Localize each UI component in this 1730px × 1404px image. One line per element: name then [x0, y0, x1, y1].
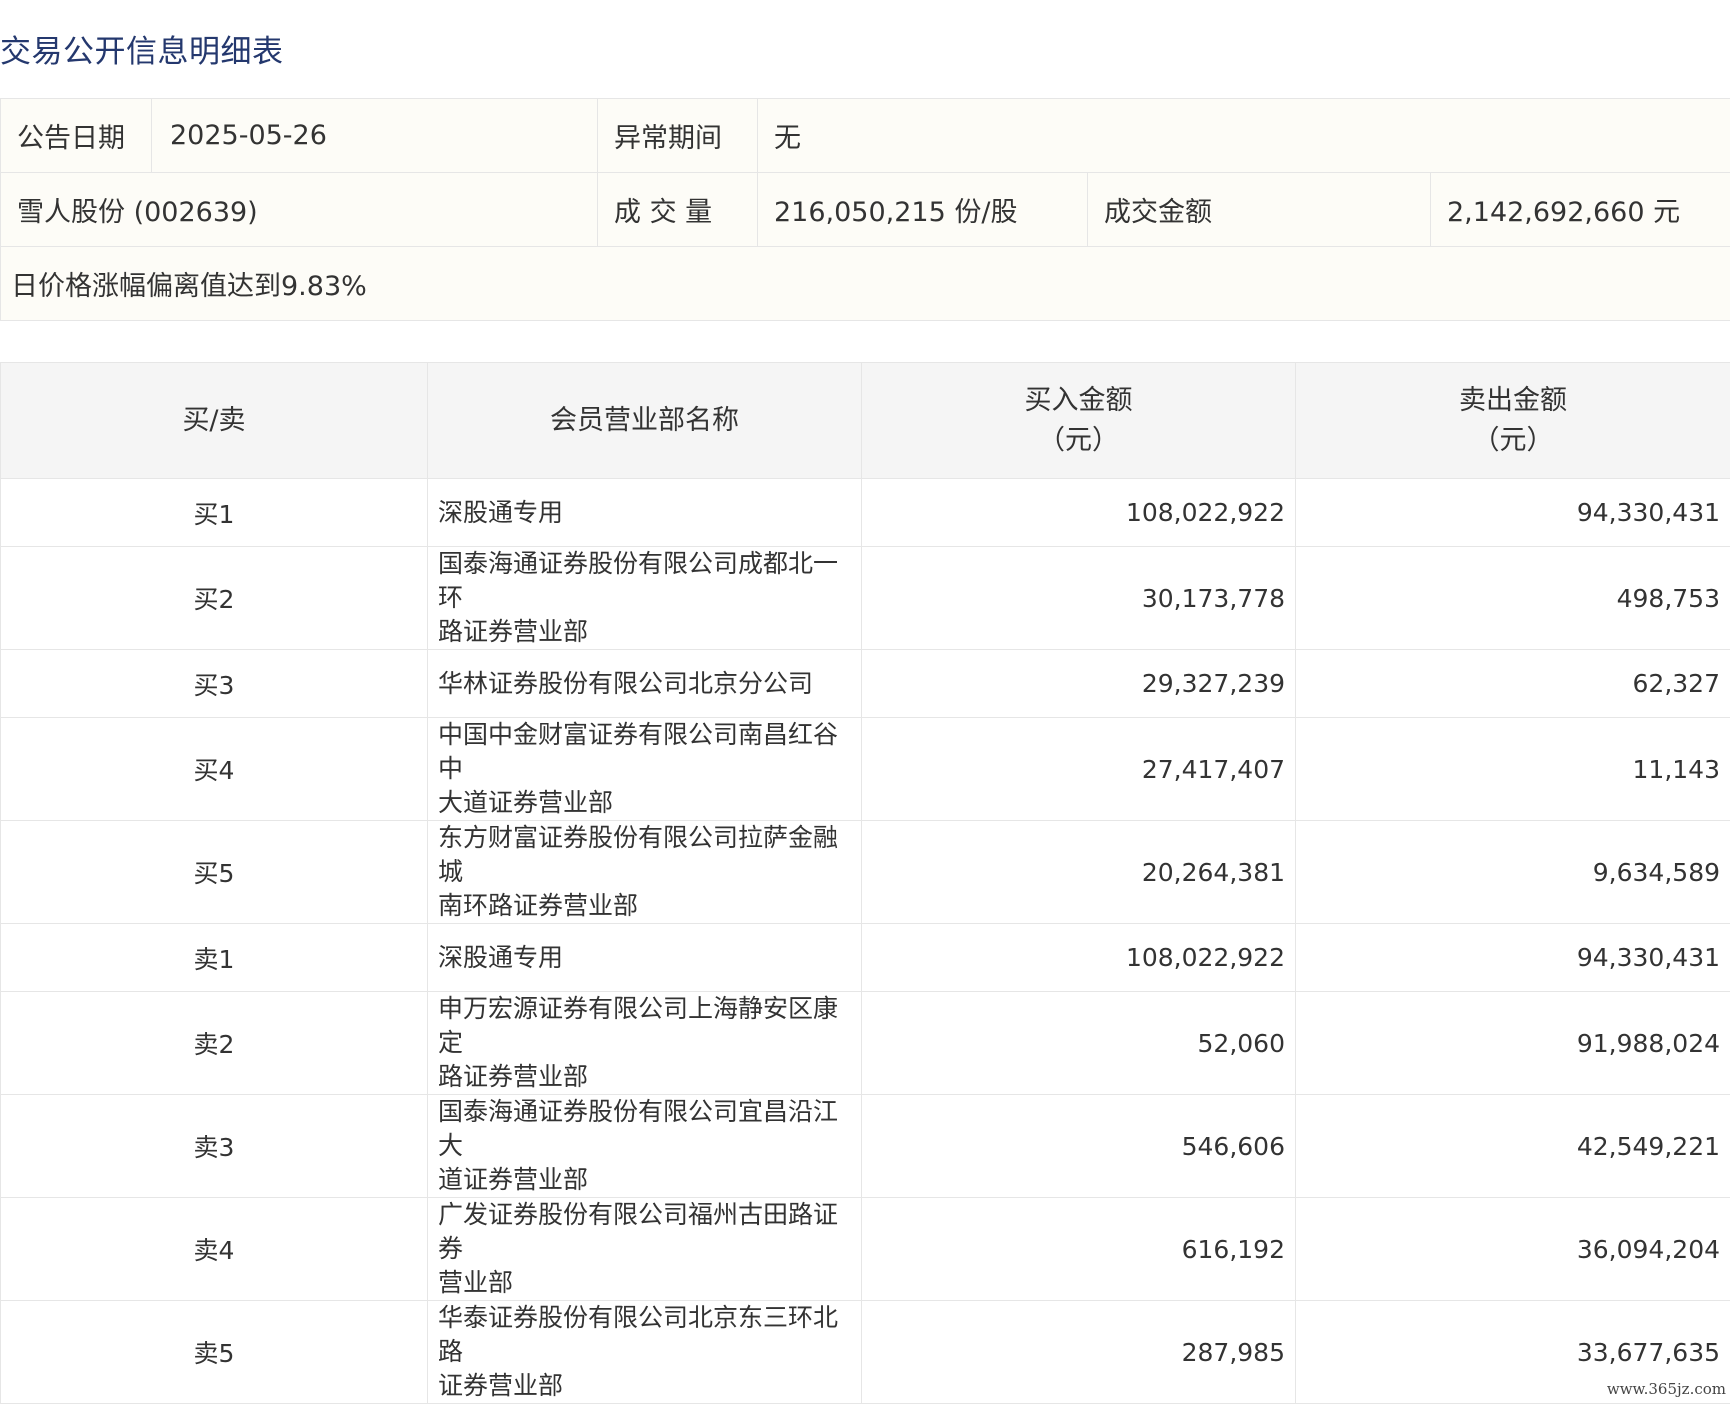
member-cell: 中国中金财富证券有限公司南昌红谷中大道证券营业部	[427, 717, 862, 821]
buy-cell: 108,022,922	[861, 478, 1296, 547]
member-cell: 申万宏源证券有限公司上海静安区康定路证券营业部	[427, 991, 862, 1095]
amount-label: 成交金额	[1087, 172, 1431, 247]
table-row: 买3 华林证券股份有限公司北京分公司 29,327,239 62,327	[0, 649, 1730, 718]
member-line-1: 华林证券股份有限公司北京分公司	[438, 668, 814, 698]
buy-cell: 27,417,407	[861, 717, 1296, 821]
member-cell: 国泰海通证券股份有限公司宜昌沿江大道证券营业部	[427, 1094, 862, 1198]
table-row: 买2 国泰海通证券股份有限公司成都北一环路证券营业部 30,173,778 49…	[0, 546, 1730, 650]
buy-cell: 616,192	[861, 1197, 1296, 1301]
sell-cell: 94,330,431	[1295, 478, 1730, 547]
buy-cell: 287,985	[861, 1300, 1296, 1404]
table-row: 买4 中国中金财富证券有限公司南昌红谷中大道证券营业部 27,417,407 1…	[0, 717, 1730, 821]
info-row-volume: 雪人股份 (002639) 成 交 量 216,050,215 份/股 成交金额…	[0, 172, 1730, 247]
watermark: www.365jz.com	[1604, 1380, 1728, 1398]
volume-value: 216,050,215 份/股	[757, 172, 1088, 247]
member-line-2: 道证券营业部	[438, 1165, 589, 1194]
header-member: 会员营业部名称	[427, 362, 862, 479]
member-line-1: 广发证券股份有限公司福州古田路证券	[438, 1200, 839, 1263]
member-line-1: 中国中金财富证券有限公司南昌红谷中	[438, 720, 839, 783]
table-row: 卖3 国泰海通证券股份有限公司宜昌沿江大道证券营业部 546,606 42,54…	[0, 1094, 1730, 1198]
member-cell: 东方财富证券股份有限公司拉萨金融城南环路证券营业部	[427, 820, 862, 924]
page-title: 交易公开信息明细表	[0, 34, 284, 70]
abnormal-period-label: 异常期间	[597, 98, 758, 173]
buy-cell: 52,060	[861, 991, 1296, 1095]
table-row: 买1 深股通专用 108,022,922 94,330,431	[0, 478, 1730, 547]
sell-cell: 94,330,431	[1295, 923, 1730, 992]
member-line-1: 华泰证券股份有限公司北京东三环北路	[438, 1303, 839, 1366]
header-buy-line2: （元）	[1038, 424, 1119, 456]
member-cell: 深股通专用	[427, 478, 862, 547]
member-line-1: 国泰海通证券股份有限公司成都北一环	[438, 549, 839, 612]
buy-cell: 108,022,922	[861, 923, 1296, 992]
table-row: 买5 东方财富证券股份有限公司拉萨金融城 南环路证券营业部 20,264,381 …	[0, 820, 1730, 924]
buy-cell: 29,327,239	[861, 649, 1296, 718]
member-line-1: 东方财富证券股份有限公司拉萨金融城	[438, 823, 839, 886]
buy-cell: 546,606	[861, 1094, 1296, 1198]
announce-date-value: 2025-05-26	[151, 98, 598, 173]
side-cell: 买5	[0, 820, 428, 924]
member-line-2: 路证券营业部	[438, 617, 589, 646]
announce-date-label: 公告日期	[0, 98, 152, 173]
buy-cell: 30,173,778	[861, 546, 1296, 650]
member-line-2: 南环路证券营业部	[438, 891, 639, 920]
info-row-reason: 日价格涨幅偏离值达到9.83%	[0, 246, 1730, 321]
table-row: 卖4 广发证券股份有限公司福州古田路证券营业部 616,192 36,094,2…	[0, 1197, 1730, 1301]
header-sell-line1: 卖出金额	[1459, 384, 1567, 416]
member-cell: 国泰海通证券股份有限公司成都北一环路证券营业部	[427, 546, 862, 650]
member-line-2: 路证券营业部	[438, 1062, 589, 1091]
table-row: 卖5 华泰证券股份有限公司北京东三环北路 证券营业部 287,985 33,677…	[0, 1300, 1730, 1404]
member-cell: 深股通专用	[427, 923, 862, 992]
member-cell: 广发证券股份有限公司福州古田路证券营业部	[427, 1197, 862, 1301]
member-cell: 华林证券股份有限公司北京分公司	[427, 649, 862, 718]
header-sell-line2: （元）	[1472, 424, 1554, 456]
abnormal-period-value: 无	[757, 98, 1730, 173]
info-table: 公告日期 2025-05-26 异常期间 无 雪人股份 (002639) 成 交…	[0, 98, 1730, 321]
member-line-1: 深股通专用	[438, 942, 564, 972]
table-row: 卖1 深股通专用 108,022,922 94,330,431	[0, 923, 1730, 992]
header-buy-line1: 买入金额	[1024, 384, 1133, 416]
side-cell: 卖1	[0, 923, 428, 992]
info-row-date: 公告日期 2025-05-26 异常期间 无	[0, 98, 1730, 173]
stock-name: 雪人股份 (002639)	[0, 172, 598, 247]
sell-cell: 498,753	[1295, 546, 1730, 650]
buy-cell: 20,264,381	[861, 820, 1296, 924]
side-cell: 卖2	[0, 991, 428, 1095]
side-cell: 买1	[0, 478, 428, 547]
member-line-2: 营业部	[438, 1268, 514, 1297]
member-line-1: 国泰海通证券股份有限公司宜昌沿江大	[438, 1097, 839, 1160]
member-line-1: 深股通专用	[438, 497, 564, 527]
reason-text: 日价格涨幅偏离值达到9.83%	[0, 246, 1730, 321]
sell-cell: 42,549,221	[1295, 1094, 1730, 1198]
sell-cell: 91,988,024	[1295, 991, 1730, 1095]
header-sell-amount: 卖出金额 （元）	[1295, 362, 1730, 479]
member-line-2: 大道证券营业部	[438, 788, 614, 817]
member-line-2: 证券营业部	[438, 1371, 564, 1400]
sell-cell: 9,634,589	[1295, 820, 1730, 924]
sell-cell: 62,327	[1295, 649, 1730, 718]
side-cell: 卖4	[0, 1197, 428, 1301]
member-line-1: 申万宏源证券有限公司上海静安区康定	[438, 994, 839, 1057]
volume-label: 成 交 量	[597, 172, 758, 247]
member-cell: 华泰证券股份有限公司北京东三环北路证券营业部	[427, 1300, 862, 1404]
sell-cell: 36,094,204	[1295, 1197, 1730, 1301]
header-side: 买/卖	[0, 362, 428, 479]
table-row: 卖2 申万宏源证券有限公司上海静安区康定路证券营业部 52,060 91,988…	[0, 991, 1730, 1095]
header-buy-amount: 买入金额 （元）	[861, 362, 1296, 479]
side-cell: 买2	[0, 546, 428, 650]
side-cell: 买3	[0, 649, 428, 718]
amount-value: 2,142,692,660 元	[1430, 172, 1730, 247]
trades-table: 买/卖 会员营业部名称 买入金额 （元） 卖出金额 （元） 买1 深股通专用 1…	[0, 362, 1730, 1404]
side-cell: 卖3	[0, 1094, 428, 1198]
side-cell: 卖5	[0, 1300, 428, 1404]
side-cell: 买4	[0, 717, 428, 821]
sell-cell: 11,143	[1295, 717, 1730, 821]
table-header-row: 买/卖 会员营业部名称 买入金额 （元） 卖出金额 （元）	[0, 362, 1730, 479]
